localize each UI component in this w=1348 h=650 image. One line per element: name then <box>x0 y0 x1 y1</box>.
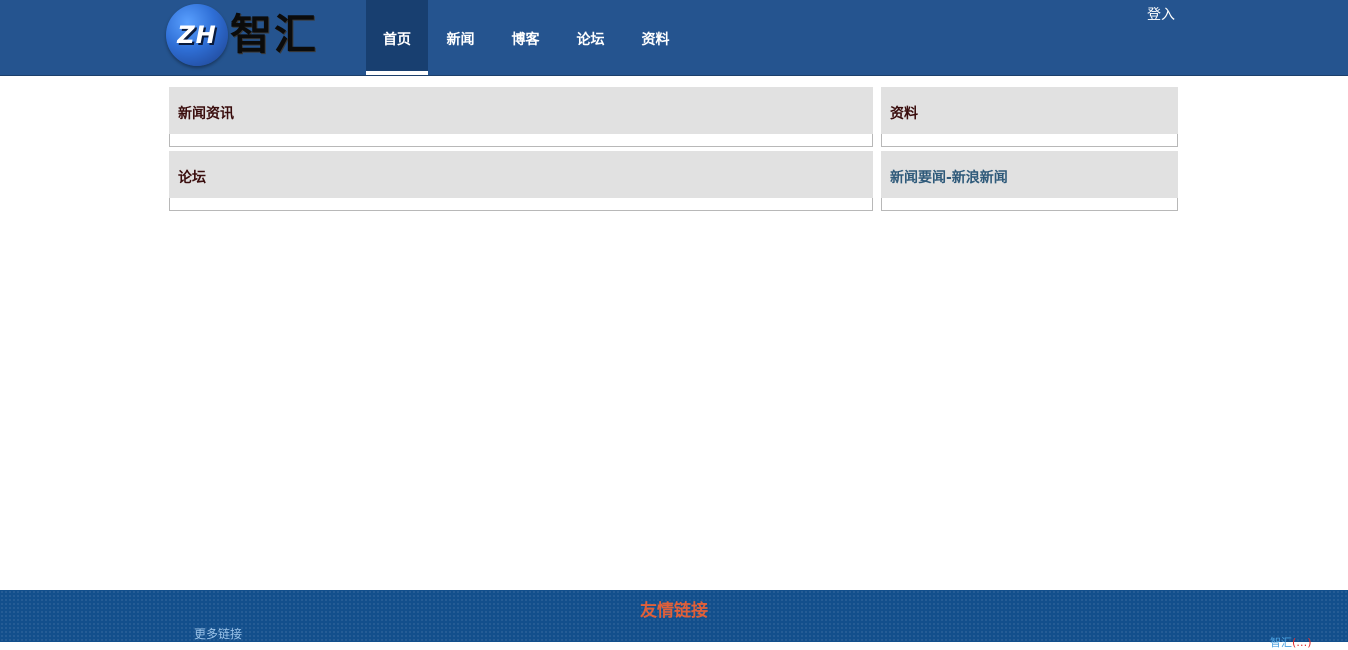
resources-panel-header: 资料 <box>881 87 1178 134</box>
nav-item-forum[interactable]: 论坛 <box>558 0 623 75</box>
nav-item-news[interactable]: 新闻 <box>428 0 493 75</box>
nav-item-blog[interactable]: 博客 <box>493 0 558 75</box>
news-panel: 新闻资讯 <box>169 87 873 147</box>
site-footer: 友情链接 更多链接 智汇(…) <box>0 590 1348 649</box>
resources-panel: 资料 <box>881 87 1178 147</box>
news-panel-header: 新闻资讯 <box>169 87 873 134</box>
nav-item-label: 博客 <box>511 32 540 48</box>
footer-corner-b: (…) <box>1292 636 1312 649</box>
forum-panel-header: 论坛 <box>169 151 873 198</box>
sina-news-panel-title[interactable]: 新闻要闻-新浪新闻 <box>890 167 1008 187</box>
nav-item-label: 资料 <box>641 32 670 48</box>
more-links-link[interactable]: 更多链接 <box>194 625 242 642</box>
login-link[interactable]: 登入 <box>1147 4 1175 24</box>
site-header: ZH 智汇 首页 新闻 博客 论坛 资料 登入 <box>0 0 1348 76</box>
site-logo[interactable]: ZH 智汇 <box>166 4 326 68</box>
nav-item-home[interactable]: 首页 <box>366 0 428 75</box>
main-nav: 首页 新闻 博客 论坛 资料 <box>366 0 688 75</box>
nav-item-label: 首页 <box>383 32 411 48</box>
forum-panel-title[interactable]: 论坛 <box>178 167 206 187</box>
logo-name: 智汇 <box>230 10 319 59</box>
news-panel-title[interactable]: 新闻资讯 <box>178 103 234 123</box>
resources-panel-title[interactable]: 资料 <box>890 103 918 123</box>
sina-news-panel: 新闻要闻-新浪新闻 <box>881 151 1178 211</box>
footer-corner-a: 智汇 <box>1270 636 1292 649</box>
logo-mark: ZH <box>177 21 217 49</box>
nav-item-label: 新闻 <box>446 32 475 48</box>
nav-item-resources[interactable]: 资料 <box>623 0 688 75</box>
forum-panel: 论坛 <box>169 151 873 211</box>
nav-item-label: 论坛 <box>576 32 605 48</box>
friend-links-title: 友情链接 <box>640 601 708 621</box>
footer-corner-text: 智汇(…) <box>1270 634 1312 650</box>
sina-news-panel-header: 新闻要闻-新浪新闻 <box>881 151 1178 198</box>
